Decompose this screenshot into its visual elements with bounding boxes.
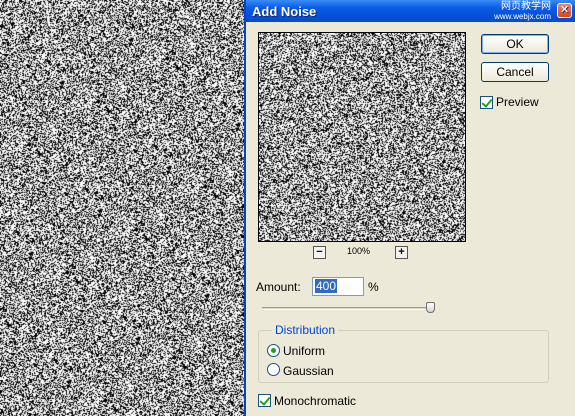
preview-checkbox[interactable] bbox=[480, 96, 493, 109]
distribution-legend: Distribution bbox=[272, 323, 339, 337]
gaussian-radio[interactable] bbox=[267, 363, 280, 376]
zoom-in-button[interactable]: + bbox=[395, 246, 408, 259]
cancel-button[interactable]: Cancel bbox=[481, 62, 549, 82]
dialog-title: Add Noise bbox=[252, 4, 317, 19]
amount-slider-thumb[interactable] bbox=[426, 302, 436, 313]
amount-unit: % bbox=[368, 280, 379, 294]
preview-label[interactable]: Preview bbox=[496, 95, 539, 109]
uniform-label[interactable]: Uniform bbox=[283, 344, 325, 358]
amount-label: Amount: bbox=[256, 280, 301, 294]
watermark-logo: 网页教学网 www.webjx.com bbox=[494, 1, 551, 22]
noise-canvas bbox=[0, 0, 245, 416]
add-noise-dialog: Add Noise 网页教学网 www.webjx.com ✕ OK Cance… bbox=[244, 0, 575, 416]
monochromatic-checkbox[interactable] bbox=[258, 394, 271, 407]
uniform-radio[interactable] bbox=[267, 344, 280, 357]
amount-slider-track[interactable] bbox=[262, 307, 434, 310]
amount-input[interactable]: 400 bbox=[312, 277, 364, 296]
zoom-out-button[interactable]: − bbox=[313, 246, 326, 259]
zoom-level: 100% bbox=[347, 246, 371, 256]
filter-preview[interactable] bbox=[258, 32, 466, 242]
close-icon[interactable]: ✕ bbox=[557, 3, 572, 18]
ok-button[interactable]: OK bbox=[481, 34, 549, 54]
gaussian-label[interactable]: Gaussian bbox=[283, 364, 334, 378]
monochromatic-label[interactable]: Monochromatic bbox=[274, 394, 356, 408]
dialog-titlebar[interactable]: Add Noise 网页教学网 www.webjx.com ✕ bbox=[246, 0, 575, 22]
